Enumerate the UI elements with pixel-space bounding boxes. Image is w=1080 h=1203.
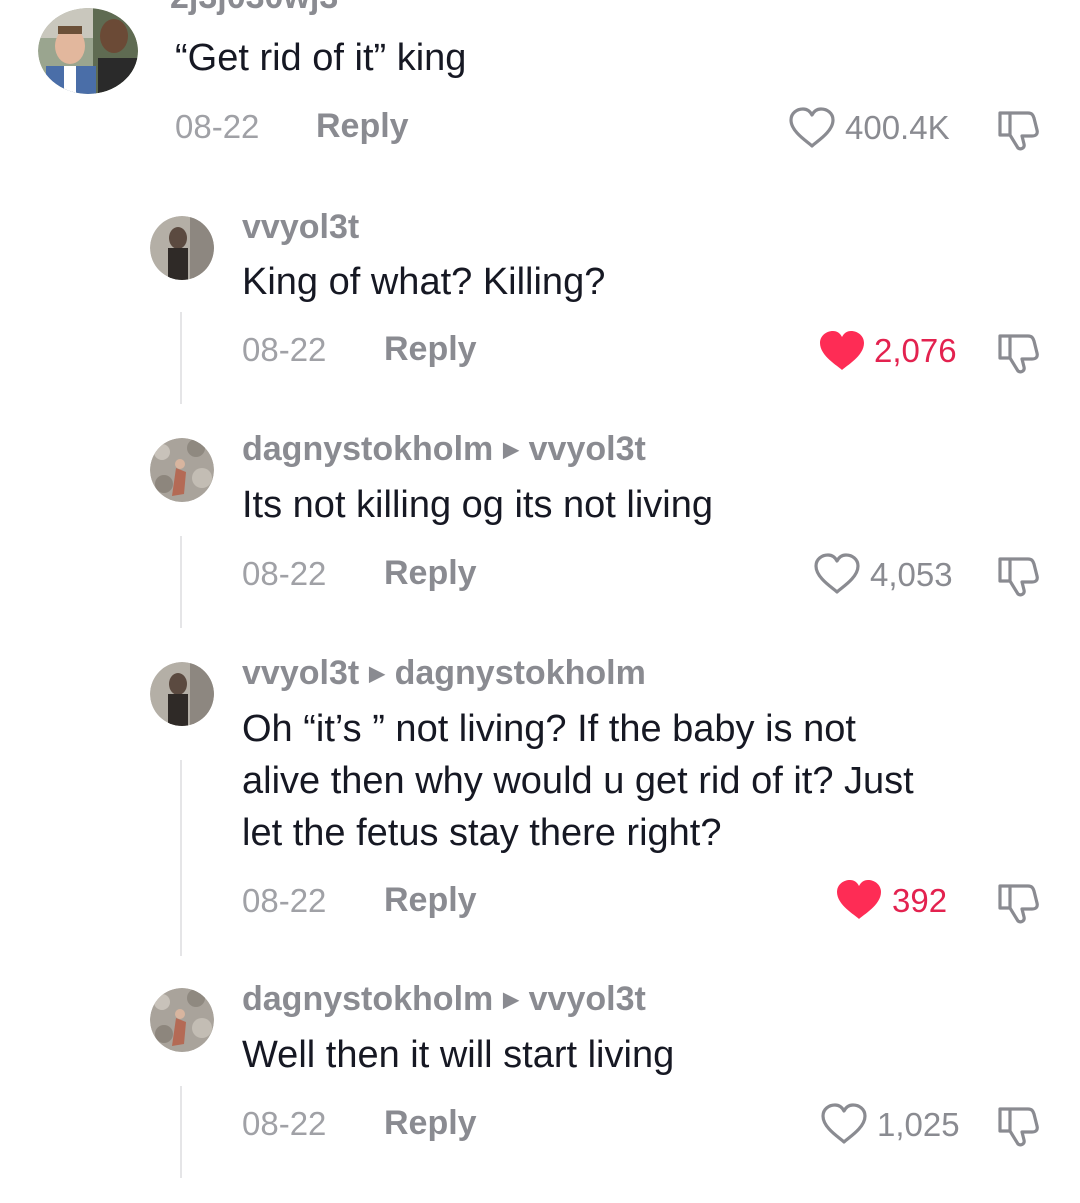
reply-1-reply-button[interactable]: Reply	[384, 330, 477, 369]
heart-icon[interactable]	[788, 107, 836, 149]
reply-4-text: Well then it will start living	[242, 1034, 675, 1076]
reply-2-date: 08-22	[242, 555, 327, 592]
reply-4-reply-button[interactable]: Reply	[384, 1104, 477, 1143]
avatar-vvyol3t[interactable]	[150, 216, 214, 280]
reply-1-date: 08-22	[242, 331, 327, 368]
reply-3-like-count: 392	[892, 882, 948, 919]
thumbs-down-icon[interactable]	[996, 330, 1044, 374]
top-comment-text: “Get rid of it” king	[175, 37, 467, 79]
heart-icon[interactable]	[820, 1103, 868, 1145]
top-comment-date: 08-22	[175, 108, 260, 145]
reply-1-text: King of what? Killing?	[242, 261, 606, 303]
avatar-image	[150, 216, 214, 280]
avatar-dagnystokholm[interactable]	[150, 438, 214, 502]
reply-2-author[interactable]: dagnystokholm	[242, 430, 493, 468]
reply-3-username[interactable]: vvyol3t ▶ dagnystokholm	[242, 654, 646, 693]
heart-filled-icon[interactable]	[818, 330, 866, 372]
reply-4-date: 08-22	[242, 1105, 327, 1142]
thumbs-down-icon[interactable]	[996, 880, 1044, 924]
heart-filled-icon[interactable]	[835, 879, 883, 921]
thumbs-down-icon[interactable]	[996, 107, 1044, 151]
reply-3-text-line: Oh “it’s ” not living? If the baby is no…	[242, 708, 856, 750]
reply-3-date: 08-22	[242, 882, 327, 919]
avatar-image	[150, 438, 214, 502]
reply-3-reply-to[interactable]: dagnystokholm	[395, 654, 646, 692]
thread-line	[180, 536, 182, 628]
avatar-top-comment[interactable]	[38, 8, 138, 94]
reply-2-text: Its not killing og its not living	[242, 484, 714, 526]
reply-3-text: Oh “it’s ” not living? If the baby is no…	[242, 703, 914, 859]
avatar-vvyol3t[interactable]	[150, 662, 214, 726]
thread-line	[180, 760, 182, 956]
avatar-image	[38, 8, 138, 94]
reply-2-reply-to[interactable]: vvyol3t	[529, 430, 646, 468]
reply-3-text-line: let the fetus stay there right?	[242, 812, 722, 854]
top-comment-like-count: 400.4K	[845, 109, 950, 146]
top-comment-reply-button[interactable]: Reply	[316, 107, 409, 146]
reply-2-reply-button[interactable]: Reply	[384, 554, 477, 593]
reply-4-like-count: 1,025	[877, 1106, 960, 1143]
thread-line	[180, 312, 182, 404]
reply-4-username[interactable]: dagnystokholm ▶ vvyol3t	[242, 980, 646, 1019]
avatar-image	[150, 662, 214, 726]
heart-icon[interactable]	[813, 553, 861, 595]
reply-3-reply-button[interactable]: Reply	[384, 881, 477, 920]
avatar-image	[150, 988, 214, 1052]
triangle-right-icon: ▶	[369, 663, 385, 685]
avatar-dagnystokholm[interactable]	[150, 988, 214, 1052]
thumbs-down-icon[interactable]	[996, 1103, 1044, 1147]
thread-line	[180, 1086, 182, 1178]
reply-3-text-line: alive then why would u get rid of it? Ju…	[242, 760, 914, 802]
reply-4-author[interactable]: dagnystokholm	[242, 980, 493, 1018]
reply-1-like-count: 2,076	[874, 332, 957, 369]
triangle-right-icon: ▶	[503, 439, 519, 461]
thumbs-down-icon[interactable]	[996, 553, 1044, 597]
reply-4-reply-to[interactable]: vvyol3t	[529, 980, 646, 1018]
reply-1-username[interactable]: vvyol3t	[242, 208, 359, 247]
reply-3-author[interactable]: vvyol3t	[242, 654, 359, 692]
reply-2-username[interactable]: dagnystokholm ▶ vvyol3t	[242, 430, 646, 469]
top-comment-username-partial[interactable]: 2j3j030wj3	[170, 0, 338, 17]
reply-2-like-count: 4,053	[870, 556, 953, 593]
triangle-right-icon: ▶	[503, 989, 519, 1011]
